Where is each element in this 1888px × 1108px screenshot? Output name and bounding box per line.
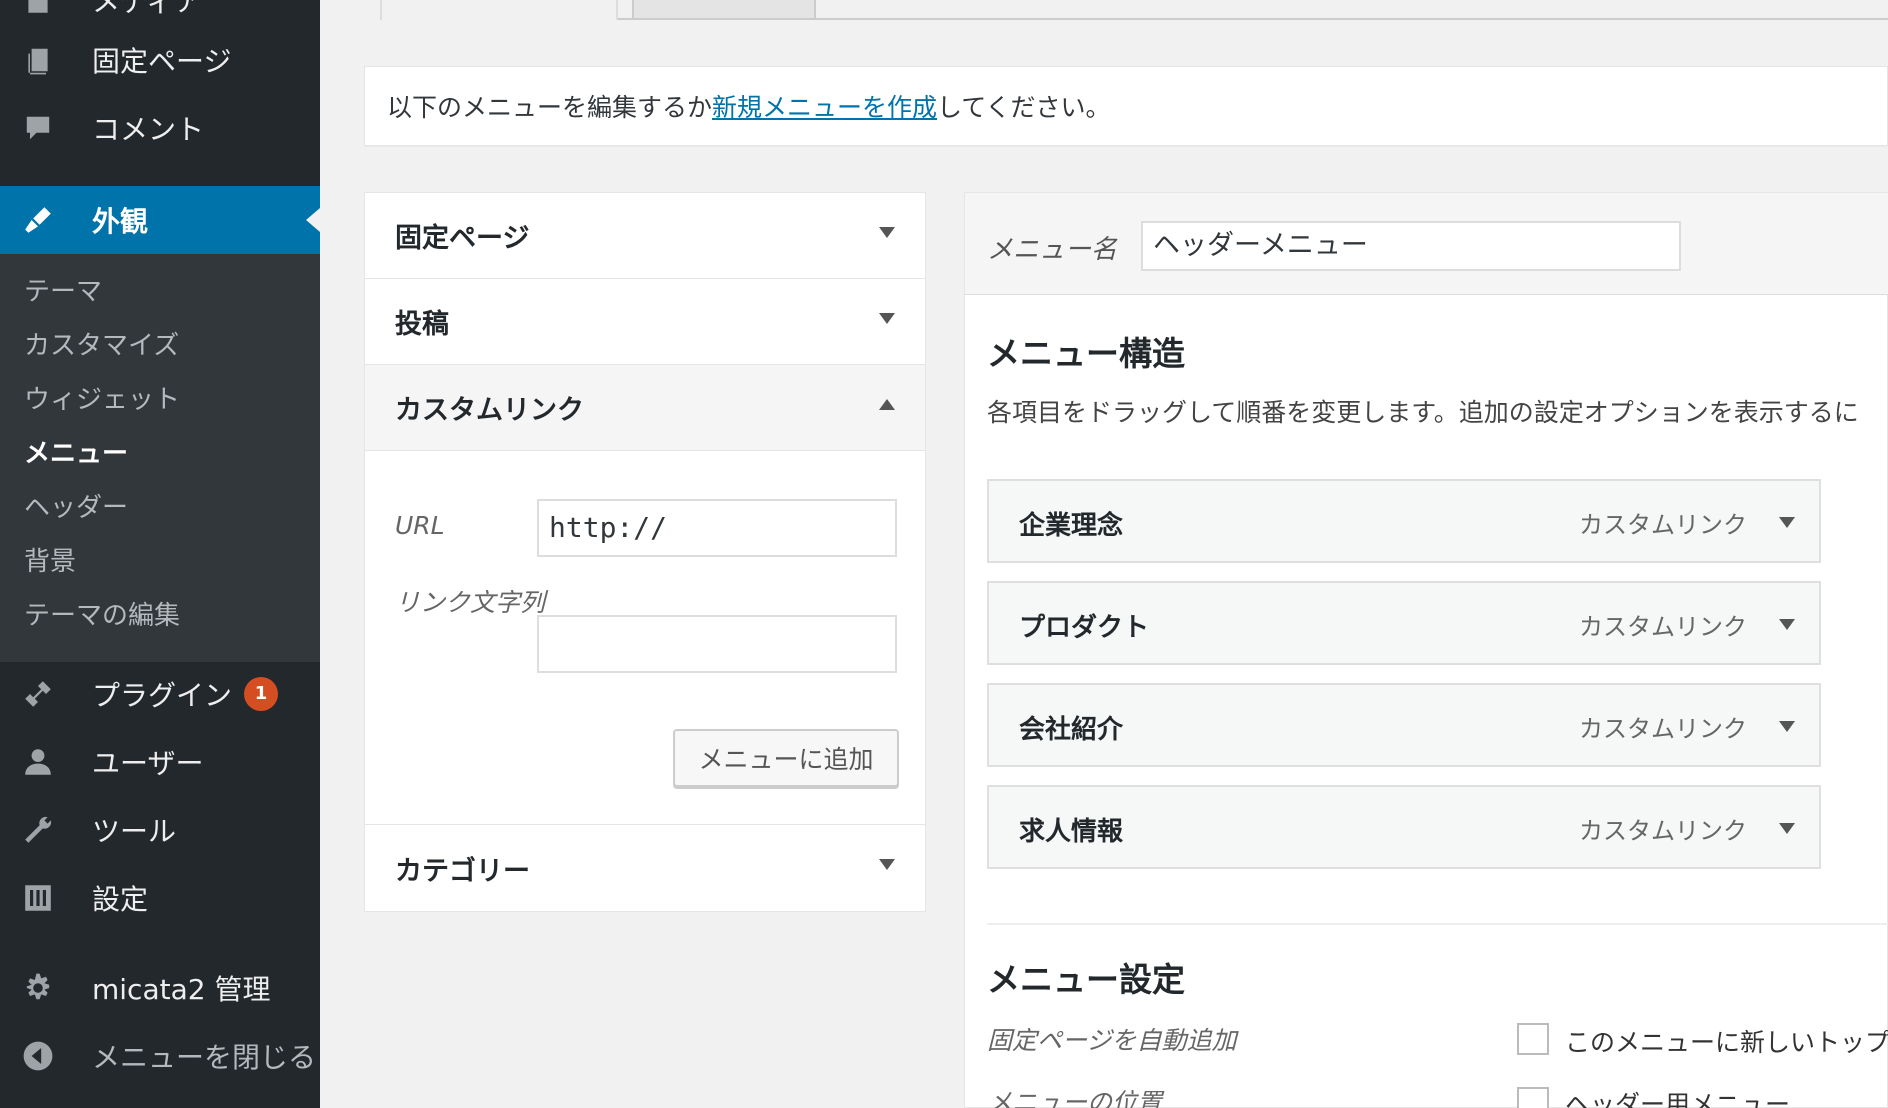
- menu-item-title: 求人情報: [1019, 817, 1124, 847]
- menu-item-title: プロダクト: [1019, 613, 1150, 643]
- nav-settings-label: 設定: [92, 883, 149, 916]
- link-text-label: リンク文字列: [395, 588, 546, 617]
- user-icon: [20, 744, 56, 780]
- section-divider: [987, 923, 1888, 925]
- menu-item-title: 企業理念: [1019, 511, 1124, 541]
- header-menu-location-checkbox[interactable]: [1517, 1087, 1549, 1108]
- nav-users[interactable]: ユーザー: [0, 728, 320, 796]
- nav-micata2-admin[interactable]: micata2 管理: [0, 954, 320, 1022]
- media-icon: [20, 0, 56, 18]
- admin-sidebar: メディア 固定ページ コメント 外観 テーマ カスタマイズ ウィジェット メニュ…: [0, 0, 320, 1108]
- page-icon: [20, 42, 56, 78]
- url-label: URL: [395, 511, 445, 540]
- menu-structure-description: 各項目をドラッグして順番を変更します。追加の設定オプションを表示するに: [987, 398, 1859, 427]
- accordion-categories[interactable]: カテゴリー: [365, 825, 925, 911]
- submenu-header[interactable]: ヘッダー: [24, 488, 128, 528]
- link-text-input[interactable]: [537, 615, 897, 673]
- menu-item-type: カスタムリンク: [1579, 715, 1747, 743]
- chevron-down-icon: [879, 859, 895, 870]
- chevron-down-icon: [879, 227, 895, 238]
- tab-edit-menus[interactable]: [380, 0, 618, 20]
- menu-name-input[interactable]: ヘッダーメニュー: [1141, 221, 1681, 271]
- chevron-up-icon: [879, 399, 895, 410]
- custom-links-panel: URL http:// リンク文字列 メニューに追加: [365, 451, 925, 825]
- collapse-menu[interactable]: メニューを閉じる: [0, 1022, 320, 1090]
- menu-settings-title: メニュー設定: [987, 960, 1185, 999]
- menu-item[interactable]: 求人情報 カスタムリンク: [987, 785, 1821, 869]
- collapse-icon: [20, 1038, 56, 1074]
- submenu-customize[interactable]: カスタマイズ: [24, 326, 179, 366]
- menu-item[interactable]: 会社紹介 カスタムリンク: [987, 683, 1821, 767]
- nav-pages-label: 固定ページ: [92, 45, 232, 78]
- nav-pages[interactable]: 固定ページ: [0, 26, 320, 94]
- nav-tools-label: ツール: [92, 815, 177, 848]
- auto-add-pages-checkbox[interactable]: [1517, 1023, 1549, 1055]
- nav-plugins[interactable]: プラグイン 1: [0, 660, 320, 728]
- appearance-icon: [20, 202, 56, 238]
- nav-media-label: メディア: [92, 0, 203, 18]
- settings-icon: [20, 880, 56, 916]
- submenu-themes[interactable]: テーマ: [24, 272, 102, 312]
- nav-users-label: ユーザー: [92, 747, 204, 780]
- submenu-theme-editor[interactable]: テーマの編集: [24, 596, 180, 636]
- submenu-widgets[interactable]: ウィジェット: [24, 380, 180, 420]
- menu-item[interactable]: 企業理念 カスタムリンク: [987, 479, 1821, 563]
- menu-item-type: カスタムリンク: [1579, 613, 1747, 641]
- nav-plugins-label: プラグイン: [92, 679, 233, 712]
- menu-item[interactable]: プロダクト カスタムリンク: [987, 581, 1821, 665]
- select-menu-notice: 以下のメニューを編集するか 新規メニューを作成 してください。: [364, 66, 1888, 146]
- tool-icon: [20, 812, 56, 848]
- auto-add-pages-label: 固定ページを自動追加: [987, 1026, 1237, 1055]
- chevron-down-icon[interactable]: [1779, 823, 1795, 834]
- appearance-submenu: テーマ カスタマイズ ウィジェット メニュー ヘッダー 背景 テーマの編集: [0, 254, 320, 662]
- tab-manage-locations[interactable]: [632, 0, 816, 18]
- header-menu-location-option[interactable]: ヘッダー用メニュー: [1565, 1085, 1790, 1108]
- menu-item-type: カスタムリンク: [1579, 511, 1747, 539]
- accordion-custom-links-title: カスタムリンク: [395, 395, 584, 426]
- url-input[interactable]: http://: [537, 499, 897, 557]
- chevron-down-icon[interactable]: [1779, 619, 1795, 630]
- notice-text: 以下のメニューを編集するか: [387, 93, 713, 122]
- add-to-menu-button[interactable]: メニューに追加: [673, 729, 899, 787]
- nav-micata2-admin-label: micata2 管理: [92, 973, 271, 1006]
- accordion-posts-title: 投稿: [395, 309, 449, 340]
- nav-appearance[interactable]: 外観: [0, 186, 320, 254]
- accordion-pages[interactable]: 固定ページ: [365, 193, 925, 279]
- accordion-pages-title: 固定ページ: [395, 223, 530, 254]
- accordion-categories-title: カテゴリー: [395, 855, 530, 887]
- comment-icon: [20, 110, 56, 146]
- submenu-menus[interactable]: メニュー: [24, 434, 128, 474]
- add-menu-items-accordion: 固定ページ 投稿 カスタムリンク URL http:// リンク文字列 メニュー…: [364, 192, 926, 912]
- create-new-menu-link[interactable]: 新規メニューを作成: [712, 88, 937, 124]
- menu-editor-panel: メニュー名 ヘッダーメニュー メニュー構造 各項目をドラッグして順番を変更します…: [964, 192, 1888, 1108]
- nav-settings[interactable]: 設定: [0, 864, 320, 932]
- collapse-menu-label: メニューを閉じる: [92, 1041, 317, 1074]
- chevron-down-icon[interactable]: [1779, 721, 1795, 732]
- menu-structure-title: メニュー構造: [987, 334, 1185, 373]
- submenu-background[interactable]: 背景: [24, 542, 76, 582]
- chevron-down-icon: [879, 313, 895, 324]
- plugin-icon: [20, 676, 56, 712]
- plugin-update-badge: 1: [244, 677, 279, 711]
- chevron-down-icon[interactable]: [1779, 517, 1795, 528]
- nav-tools[interactable]: ツール: [0, 796, 320, 864]
- nav-appearance-label: 外観: [92, 205, 149, 238]
- accordion-custom-links[interactable]: カスタムリンク: [365, 365, 925, 451]
- menu-name-header: メニュー名 ヘッダーメニュー: [965, 193, 1888, 295]
- gear-icon: [20, 970, 56, 1006]
- accordion-posts[interactable]: 投稿: [365, 279, 925, 365]
- nav-comments-label: コメント: [92, 113, 205, 146]
- menu-item-title: 会社紹介: [1019, 715, 1124, 745]
- auto-add-pages-option[interactable]: このメニューに新しいトップ: [1565, 1023, 1888, 1059]
- menu-item-type: カスタムリンク: [1579, 817, 1747, 845]
- menu-name-label: メニュー名: [987, 235, 1118, 265]
- menu-location-label: メニューの位置: [987, 1088, 1163, 1108]
- notice-text-end: してください。: [937, 93, 1111, 122]
- nav-comments[interactable]: コメント: [0, 94, 320, 162]
